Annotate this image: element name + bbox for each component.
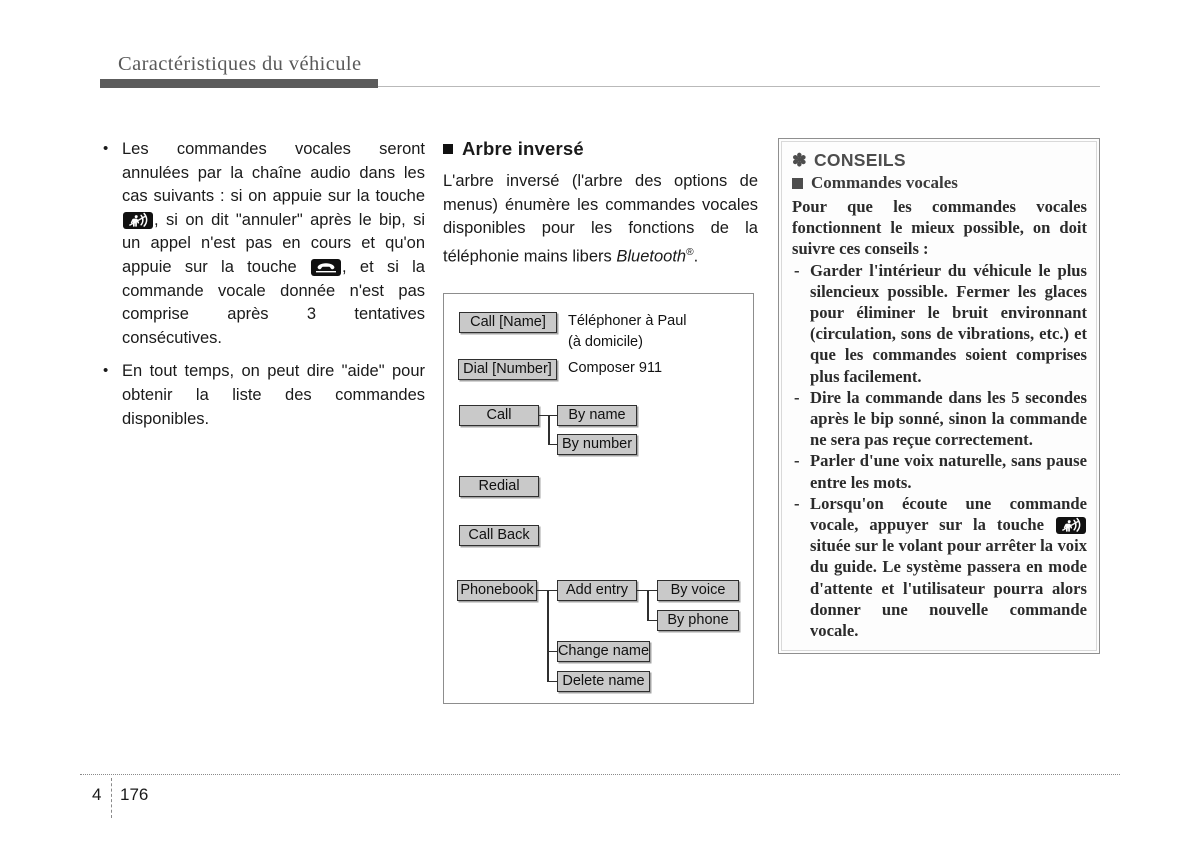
square-bullet-icon [443, 144, 453, 154]
hang-up-key-icon [311, 258, 342, 276]
tree-annotation-call-name-line1: Téléphoner à Paul [568, 312, 687, 329]
tree-connector-call-v [548, 414, 550, 445]
footer-rule [80, 774, 1120, 775]
voice-command-key-icon [1056, 517, 1086, 535]
left-bullet-list: Les commandes vocales seront annulées pa… [100, 137, 425, 431]
bluetooth-brand: Bluetooth [616, 247, 687, 266]
tree-connector-deletename-h [547, 680, 558, 683]
tree-connector-bynumber-h [548, 443, 558, 446]
tree-connector-changename-h [547, 650, 558, 653]
footer-page-number: 176 [120, 785, 149, 804]
bullet-text: En tout temps, on peut dire "aide" pour … [122, 362, 425, 428]
list-item: En tout temps, on peut dire "aide" pour … [100, 359, 425, 431]
tree-node-by-name[interactable]: By name [557, 404, 637, 426]
tips-title-label: CONSEILS [813, 150, 906, 170]
section-heading-arbre-inverse: Arbre inversé [443, 138, 758, 160]
middle-column: Arbre inversé L'arbre inversé (l'arbre d… [443, 138, 758, 704]
tips-item: Lorsqu'on écoute une commande vocale, ap… [792, 493, 1087, 641]
footer-divider [111, 778, 112, 818]
tree-annotation-dial-number: Composer 911 [568, 359, 663, 376]
asterisk-icon: ✽ [792, 150, 807, 170]
inverted-tree-diagram: Call [Name] Téléphoner à Paul (à domicil… [443, 292, 754, 704]
section-heading-label: Arbre inversé [462, 138, 584, 159]
tree-node-call-name[interactable]: Call [Name] [459, 311, 557, 333]
tree-annotation-call-name-line2: (à domicile) [568, 333, 643, 350]
footer-chapter-number: 4 [92, 785, 102, 804]
tips-intro-text: Pour que les commandes vocales fonctionn… [792, 197, 1087, 259]
tree-connector-addentry-out-v [647, 589, 649, 621]
tree-connector-phonebook-v [547, 589, 549, 682]
tree-node-call[interactable]: Call [459, 404, 539, 426]
square-bullet-icon [792, 177, 803, 189]
tips-title: ✽ CONSEILS [792, 150, 1087, 171]
tips-item: Parler d'une voix naturelle, sans pause … [792, 450, 1087, 492]
tips-item: Garder l'intérieur du véhicule le plus s… [792, 260, 1087, 387]
voice-command-key-icon [123, 211, 153, 229]
tree-connector-byname-h [548, 414, 558, 417]
tips-item-text-before: Lorsqu'on écoute une commande vocale, ap… [810, 493, 1087, 535]
tree-node-by-number[interactable]: By number [557, 433, 637, 455]
tips-subtitle-label: Commandes vocales [811, 173, 958, 192]
tree-connector-byphone-h [647, 619, 658, 622]
tips-item-text-after: située sur le volant pour arrêter la voi… [810, 536, 1087, 641]
tree-node-change-name[interactable]: Change name [557, 640, 650, 662]
registered-mark: ® [686, 246, 694, 258]
intro-paragraph: L'arbre inversé (l'arbre des options de … [443, 170, 758, 269]
page-title: Caractéristiques du véhicule [118, 53, 362, 75]
tree-node-redial[interactable]: Redial [459, 475, 539, 497]
page-header: Caractéristiques du véhicule [0, 0, 1200, 100]
tips-subtitle: Commandes vocales [792, 173, 1087, 193]
tree-node-dial-number[interactable]: Dial [Number] [458, 358, 557, 380]
tree-node-phonebook[interactable]: Phonebook [457, 579, 537, 601]
list-item: Les commandes vocales seront annulées pa… [100, 137, 425, 350]
left-column: Les commandes vocales seront annulées pa… [100, 137, 425, 441]
tree-node-by-voice[interactable]: By voice [657, 579, 739, 601]
tree-node-add-entry[interactable]: Add entry [557, 579, 637, 601]
tree-node-by-phone[interactable]: By phone [657, 609, 739, 631]
tree-connector-byvoice-h [647, 589, 658, 592]
bullet-text-part-1: Les commandes vocales seront annulées pa… [122, 140, 425, 206]
tips-callout-box: ✽ CONSEILS Commandes vocales Pour que le… [778, 138, 1100, 655]
intro-paragraph-period: . [693, 247, 699, 266]
tree-node-delete-name[interactable]: Delete name [557, 670, 650, 692]
header-rule-thick [100, 79, 378, 88]
intro-paragraph-text: L'arbre inversé (l'arbre des options de … [443, 172, 758, 266]
tree-node-call-back[interactable]: Call Back [459, 524, 539, 546]
tips-item: Dire la commande dans les 5 secondes apr… [792, 387, 1087, 451]
right-column: ✽ CONSEILS Commandes vocales Pour que le… [778, 138, 1100, 655]
tree-connector-addentry-h [547, 589, 558, 592]
